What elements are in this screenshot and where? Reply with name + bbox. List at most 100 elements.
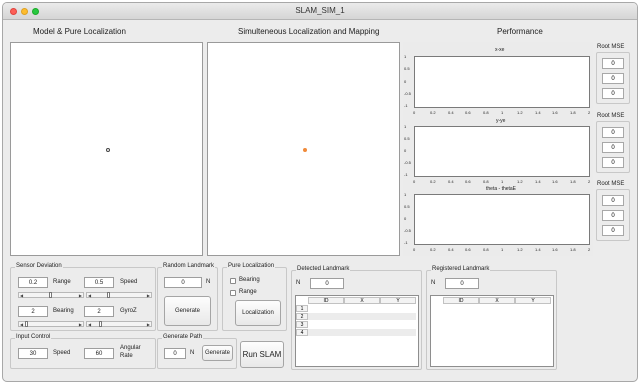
table-row[interactable] [308, 305, 416, 312]
bearing-slider[interactable]: ◀ ▶ [18, 321, 84, 327]
input-control-title: Input Control [15, 334, 52, 340]
range-deviation-input[interactable]: 0.2 [18, 277, 48, 288]
slider-thumb[interactable] [99, 321, 102, 327]
slider-right-arrow-icon[interactable]: ▶ [79, 322, 82, 327]
xtick: 0.6 [465, 247, 471, 252]
ytick: 0.5 [404, 136, 410, 141]
xtick: 1.8 [570, 179, 576, 184]
slider-thumb[interactable] [107, 292, 110, 298]
ytick: 1 [404, 54, 407, 59]
xtick: 0.2 [430, 110, 436, 115]
range-checkbox[interactable] [230, 290, 236, 296]
ytick: 0 [404, 216, 407, 221]
column-header-id[interactable]: ID [443, 297, 479, 304]
detected-landmark-title: Detected Landmark [296, 266, 351, 272]
slider-left-arrow-icon[interactable]: ◀ [20, 322, 23, 327]
column-header-x[interactable]: X [344, 297, 380, 304]
plot-title-y: y-ye [496, 118, 506, 124]
xtick: 0.2 [430, 179, 436, 184]
ytick: -1 [404, 240, 408, 245]
range-slider[interactable]: ◀ ▶ [18, 292, 84, 298]
slider-left-arrow-icon[interactable]: ◀ [88, 322, 91, 327]
registered-n-label: N [431, 280, 436, 286]
ytick: -0.5 [404, 160, 411, 165]
speed-label: Speed [120, 279, 138, 285]
table-row[interactable] [308, 329, 416, 336]
slider-right-arrow-icon[interactable]: ▶ [79, 293, 82, 298]
slider-thumb[interactable] [49, 292, 52, 298]
column-header-id[interactable]: ID [308, 297, 344, 304]
slam-header: Simulteneous Localization and Mapping [238, 27, 380, 36]
column-header-y[interactable]: Y [515, 297, 551, 304]
registered-landmark-title: Registered Landmark [431, 266, 491, 272]
ytick: 0 [404, 79, 407, 84]
xtick: 0.8 [483, 247, 489, 252]
bearing-deviation-input[interactable]: 2 [18, 306, 48, 317]
xtick: 0.8 [483, 110, 489, 115]
robot-true-position-marker [106, 148, 110, 152]
speed-input[interactable]: 30 [18, 348, 48, 359]
speed-slider[interactable]: ◀ ▶ [86, 292, 152, 298]
registered-landmark-group: Registered Landmark N 0 ID X Y [426, 266, 557, 370]
rate-label: Rate [120, 353, 133, 359]
root-mse-theta-2: 0 [602, 210, 624, 221]
ytick: 0.5 [404, 66, 410, 71]
column-header-x[interactable]: X [479, 297, 515, 304]
slider-left-arrow-icon[interactable]: ◀ [88, 293, 91, 298]
speed-deviation-input[interactable]: 0.5 [84, 277, 114, 288]
sensor-deviation-group: Sensor Deviation 0.2 Range 0.5 Speed ◀ ▶… [10, 263, 156, 331]
generate-landmark-button[interactable]: Generate [164, 296, 211, 326]
gyroz-deviation-input[interactable]: 2 [84, 306, 114, 317]
slider-left-arrow-icon[interactable]: ◀ [20, 293, 23, 298]
path-count-input[interactable]: 0 [164, 348, 186, 359]
detected-count-field: 0 [310, 278, 344, 289]
performance-plots: x-xe 1 0.5 0 -0.5 -1 0 0.2 0.4 0.6 0.8 1… [403, 42, 593, 256]
root-mse-theta-3: 0 [602, 225, 624, 236]
bearing-checkbox[interactable] [230, 278, 236, 284]
slider-thumb[interactable] [25, 321, 28, 327]
detected-landmark-group: Detected Landmark N 0 ID X Y 1 2 3 4 [291, 266, 422, 370]
run-slam-button[interactable]: Run SLAM [240, 341, 284, 368]
row-header[interactable]: 2 [296, 313, 308, 320]
xtick: 1.2 [517, 110, 523, 115]
random-landmark-count-input[interactable]: 0 [164, 277, 202, 288]
xtick: 1.8 [570, 110, 576, 115]
xtick: 0 [413, 110, 416, 115]
column-header-y[interactable]: Y [380, 297, 416, 304]
localization-button[interactable]: Localization [235, 300, 281, 326]
xtick: 1 [501, 179, 504, 184]
ytick: 1 [404, 124, 407, 129]
root-mse-x-1: 0 [602, 58, 624, 69]
model-localization-canvas [10, 42, 203, 256]
range-label: Range [53, 279, 71, 285]
row-header[interactable]: 3 [296, 321, 308, 328]
xtick: 1.2 [517, 179, 523, 184]
table-row[interactable] [308, 313, 416, 320]
ytick: -1 [404, 103, 408, 108]
xtick: 0.6 [465, 110, 471, 115]
angular-label: Angular [120, 345, 141, 351]
pure-localization-title: Pure Localization [227, 263, 276, 269]
gyroz-label: GyroZ [120, 308, 137, 314]
plot-theta-error [414, 194, 590, 245]
gyroz-slider[interactable]: ◀ ▶ [86, 321, 152, 327]
table-row[interactable] [308, 321, 416, 328]
slider-right-arrow-icon[interactable]: ▶ [147, 322, 150, 327]
model-localization-header: Model & Pure Localization [33, 27, 126, 36]
xtick: 1.4 [535, 247, 541, 252]
ytick: 0 [404, 148, 407, 153]
generate-path-button[interactable]: Generate [202, 345, 233, 361]
sensor-deviation-title: Sensor Deviation [15, 263, 63, 269]
xtick: 0 [413, 179, 416, 184]
root-mse-label-theta: Root MSE [597, 181, 625, 187]
row-header[interactable]: 4 [296, 329, 308, 336]
detected-landmark-table[interactable]: ID X Y 1 2 3 4 [295, 295, 419, 367]
plot-x-error [414, 56, 590, 108]
registered-landmark-table[interactable]: ID X Y [430, 295, 554, 367]
root-mse-x-2: 0 [602, 73, 624, 84]
angular-rate-input[interactable]: 60 [84, 348, 114, 359]
xtick: 0 [413, 247, 416, 252]
slider-right-arrow-icon[interactable]: ▶ [147, 293, 150, 298]
row-header[interactable]: 1 [296, 305, 308, 312]
root-mse-group-theta: 0 0 0 [596, 189, 630, 241]
